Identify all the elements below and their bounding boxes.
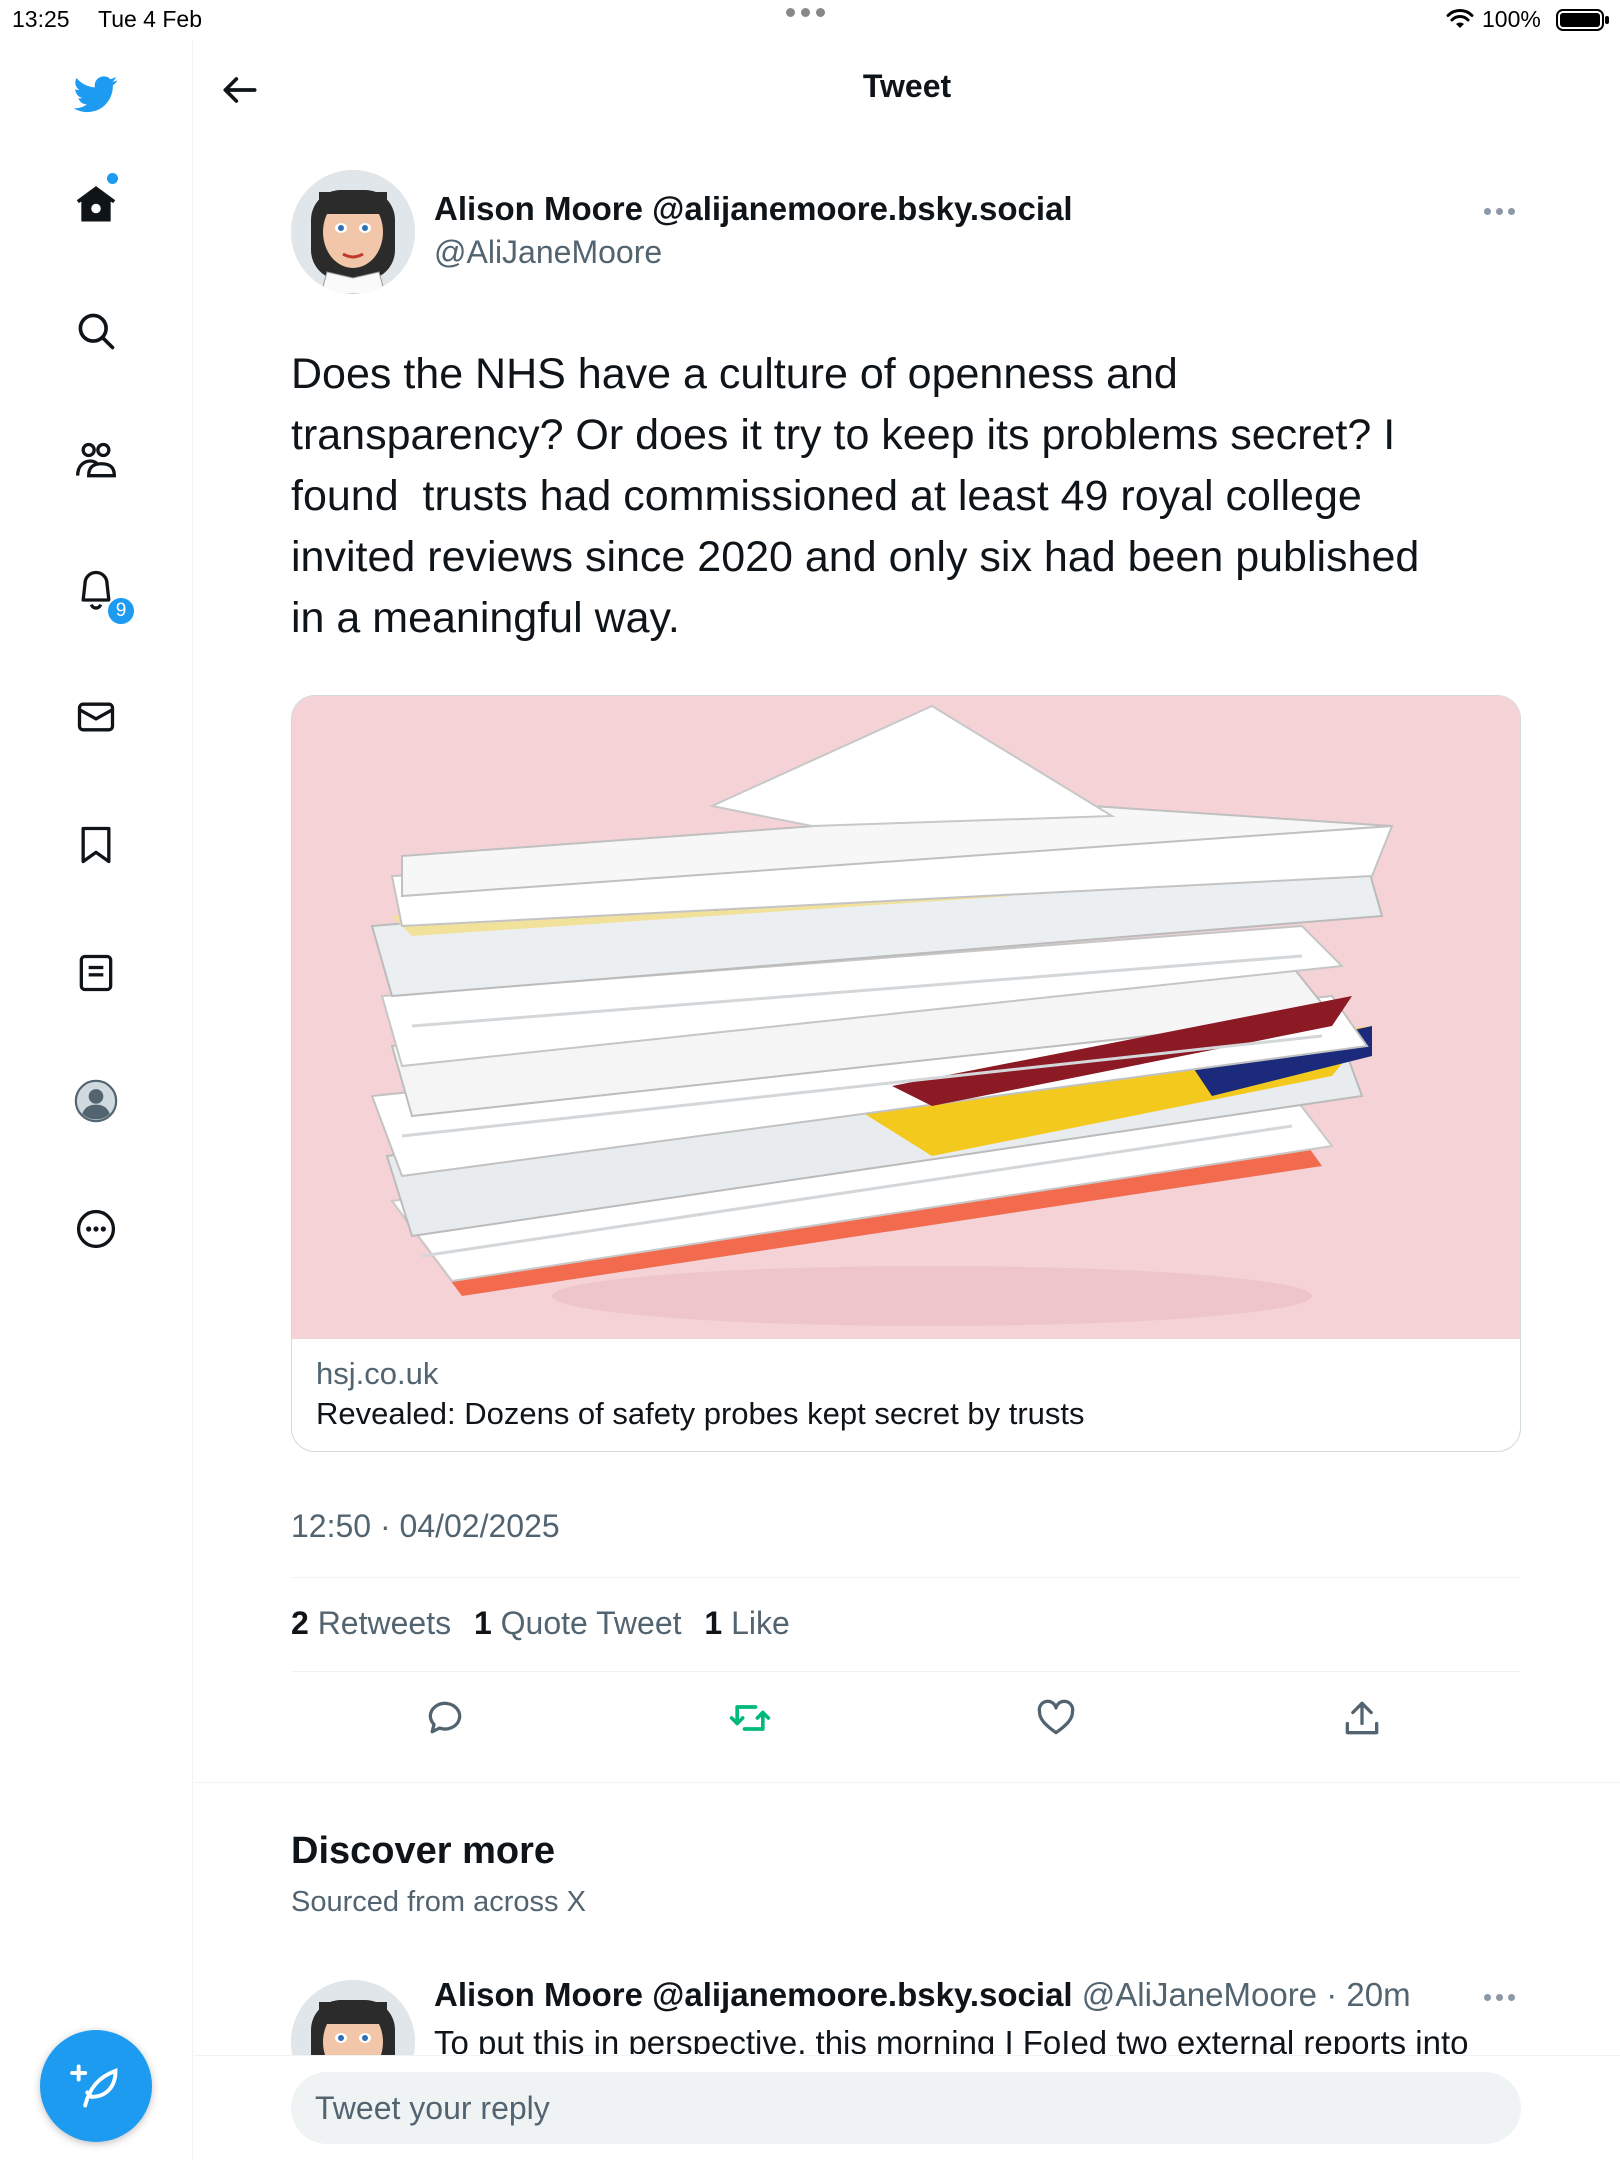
status-time: 13:25 — [12, 6, 70, 32]
discover-title: Discover more — [291, 1830, 556, 1872]
communities-people-icon[interactable] — [69, 434, 123, 488]
home-icon[interactable] — [69, 178, 123, 232]
status-date: Tue 4 Feb — [98, 6, 202, 32]
wifi-icon — [1446, 9, 1474, 28]
notifications-badge: 9 — [106, 596, 136, 626]
page-title: Tweet — [862, 68, 952, 104]
status-bar: 13:25 Tue 4 Feb 100% — [0, 0, 1620, 40]
discover-author-name: Alison Moore @alijanemoore.bsky.social — [434, 1976, 1073, 2013]
card-title: Revealed: Dozens of safety probes kept s… — [316, 1396, 1085, 1431]
discover-item-header[interactable]: Alison Moore @alijanemoore.bsky.social @… — [434, 1976, 1411, 2014]
author-name[interactable]: Alison Moore @alijanemoore.bsky.social — [434, 190, 1073, 228]
header: Tweet — [194, 40, 1620, 140]
author-handle[interactable]: @AliJaneMoore — [434, 234, 662, 271]
reply-icon[interactable] — [423, 1696, 467, 1740]
tweet-timestamp[interactable]: 12:50 · 04/02/2025 — [291, 1508, 560, 1545]
divider — [291, 1577, 1521, 1578]
battery-percent: 100% — [1482, 6, 1541, 32]
retweets-label: Retweets — [317, 1605, 452, 1641]
compose-tweet-button[interactable] — [40, 2030, 152, 2142]
quotes-stat[interactable]: 1 Quote Tweet — [474, 1605, 682, 1641]
quotes-label: Quote Tweet — [500, 1605, 682, 1641]
twitter-bird-icon[interactable] — [69, 66, 123, 120]
retweets-stat[interactable]: 2 Retweets — [291, 1605, 451, 1641]
lists-icon[interactable] — [69, 946, 123, 1000]
section-divider — [194, 1782, 1620, 1783]
tweet-stats: 2 Retweets 1 Quote Tweet 1 Like — [291, 1605, 790, 1642]
like-heart-icon[interactable] — [1034, 1696, 1078, 1740]
divider — [291, 1671, 1521, 1672]
reply-input[interactable] — [291, 2072, 1521, 2144]
author-avatar[interactable] — [291, 170, 415, 294]
search-icon[interactable] — [69, 304, 123, 358]
discover-item-text[interactable]: To put this in perspective, this morning… — [434, 2024, 1469, 2054]
retweet-icon[interactable] — [728, 1696, 772, 1740]
tweet-text: Does the NHS have a culture of openness … — [291, 350, 1420, 642]
share-icon[interactable] — [1340, 1696, 1384, 1740]
reply-bar — [194, 2055, 1620, 2160]
retweets-count: 2 — [291, 1605, 309, 1641]
multitasking-dots-icon[interactable] — [786, 8, 825, 17]
likes-count: 1 — [704, 1605, 723, 1641]
home-unread-dot — [107, 173, 118, 184]
battery-icon — [1556, 9, 1609, 31]
sidebar: 9 — [0, 40, 193, 2160]
card-image — [292, 696, 1520, 1339]
more-circle-icon[interactable] — [69, 1202, 123, 1256]
likes-stat[interactable]: 1 Like — [704, 1605, 789, 1641]
mail-icon[interactable] — [69, 690, 123, 744]
quotes-count: 1 — [473, 1605, 492, 1641]
discover-more-options-icon[interactable] — [1484, 1982, 1524, 2012]
card-domain: hsj.co.uk — [316, 1356, 439, 1391]
bookmark-icon[interactable] — [69, 818, 123, 872]
profile-icon[interactable] — [69, 1074, 123, 1128]
discover-meta: @AliJaneMoore · 20m — [1081, 1976, 1411, 2013]
feather-plus-icon — [70, 2064, 118, 2108]
likes-label: Like — [731, 1605, 790, 1641]
more-options-icon[interactable] — [1484, 196, 1524, 226]
link-card[interactable]: hsj.co.uk Revealed: Dozens of safety pro… — [291, 695, 1521, 1452]
discover-subtitle: Sourced from across X — [291, 1886, 586, 1918]
